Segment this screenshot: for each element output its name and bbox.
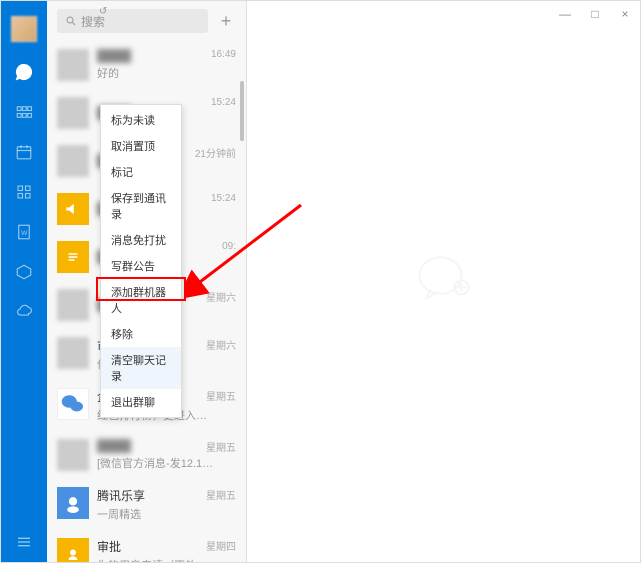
user-avatar[interactable]	[11, 16, 37, 42]
tab-indicator[interactable]: ↺	[99, 6, 107, 17]
context-menu-item[interactable]: 移除	[101, 321, 181, 347]
nav-cloud-icon[interactable]	[14, 302, 34, 322]
context-menu: 标为未读取消置顶标记保存到通讯录消息免打扰写群公告添加群机器人移除清空聊天记录退…	[100, 104, 182, 418]
menu-icon[interactable]	[14, 532, 34, 552]
context-menu-item[interactable]: 保存到通讯录	[101, 185, 181, 227]
close-button[interactable]: ×	[610, 1, 640, 27]
chat-avatar	[57, 538, 89, 562]
chat-avatar	[57, 193, 89, 225]
chat-avatar	[57, 289, 89, 321]
nav-workspace-icon[interactable]	[14, 262, 34, 282]
context-menu-item[interactable]: 添加群机器人	[101, 279, 181, 321]
empty-state-icon	[409, 244, 479, 319]
svg-text:W: W	[21, 230, 28, 237]
chat-avatar	[57, 97, 89, 129]
context-menu-item[interactable]: 写群公告	[101, 253, 181, 279]
chat-item[interactable]: ████[微信官方消息-发12.1…星期五	[47, 431, 246, 479]
nav-contacts-icon[interactable]	[14, 102, 34, 122]
chat-time: 21分钟前	[195, 145, 236, 160]
nav-chat-icon[interactable]	[14, 62, 34, 82]
add-button[interactable]: +	[216, 11, 236, 31]
chat-time: 16:49	[211, 49, 236, 60]
nav-apps-icon[interactable]	[14, 182, 34, 202]
context-menu-item[interactable]: 清空聊天记录	[101, 347, 181, 389]
chat-time: 星期五	[206, 439, 236, 454]
main-area: — □ ×	[247, 1, 640, 562]
chat-item[interactable]: 腾讯乐享一周精选星期五	[47, 479, 246, 530]
chat-item[interactable]: ████好的16:49	[47, 41, 246, 89]
context-menu-item[interactable]: 退出群聊	[101, 389, 181, 415]
chat-avatar	[57, 337, 89, 369]
chat-preview: 好的	[97, 65, 236, 81]
context-menu-item[interactable]: 取消置顶	[101, 133, 181, 159]
chat-time: 星期四	[206, 538, 236, 553]
chat-time: 星期六	[206, 337, 236, 352]
chat-preview: [微信官方消息-发12.1…	[97, 455, 236, 471]
nav-docs-icon[interactable]: W	[14, 222, 34, 242]
chat-avatar	[57, 145, 89, 177]
chat-time: 15:24	[211, 193, 236, 204]
chat-avatar	[57, 241, 89, 273]
maximize-button[interactable]: □	[580, 1, 610, 27]
search-input[interactable]: 搜索	[57, 9, 208, 33]
nav-calendar-icon[interactable]	[14, 142, 34, 162]
chat-avatar	[57, 49, 89, 81]
sidebar: W	[1, 1, 47, 562]
chat-avatar	[57, 487, 89, 519]
chat-time: 星期五	[206, 487, 236, 502]
chat-preview: 你的用章申请（不外…	[97, 557, 236, 562]
chat-avatar	[57, 388, 89, 420]
chat-time: 星期五	[206, 388, 236, 403]
chat-time: 09:	[222, 241, 236, 252]
context-menu-item[interactable]: 标为未读	[101, 107, 181, 133]
context-menu-item[interactable]: 消息免打扰	[101, 227, 181, 253]
context-menu-item[interactable]: 标记	[101, 159, 181, 185]
chat-time: 15:24	[211, 97, 236, 108]
chat-time: 星期六	[206, 289, 236, 304]
chat-item[interactable]: 审批你的用章申请（不外…星期四	[47, 530, 246, 562]
minimize-button[interactable]: —	[550, 1, 580, 27]
chat-avatar	[57, 439, 89, 471]
chat-preview: 一周精选	[97, 506, 236, 522]
